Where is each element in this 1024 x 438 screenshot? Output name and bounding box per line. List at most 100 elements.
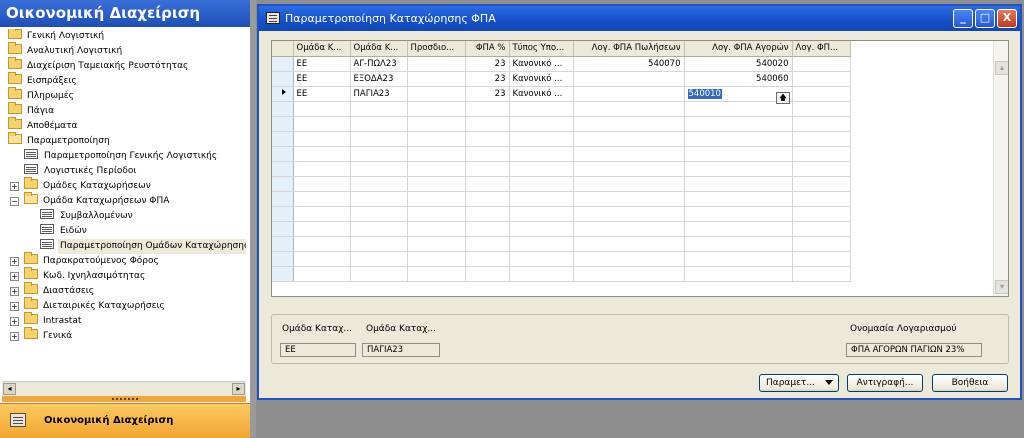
table-cell[interactable]: ΕΕ <box>293 56 351 72</box>
table-cell[interactable]: 23 <box>465 86 510 102</box>
pane-resize-grip[interactable] <box>2 396 246 402</box>
column-header[interactable]: Ομάδα Κ... <box>350 41 408 57</box>
table-cell[interactable]: 23 <box>465 71 510 87</box>
nav-tree-item[interactable]: Ειδών <box>40 224 89 239</box>
table-cell[interactable] <box>465 116 510 132</box>
table-cell[interactable] <box>350 191 408 207</box>
table-cell[interactable] <box>509 221 574 237</box>
table-cell[interactable] <box>792 146 851 162</box>
table-cell[interactable] <box>465 251 510 267</box>
table-cell[interactable] <box>573 176 685 192</box>
table-cell[interactable] <box>509 116 574 132</box>
expand-icon[interactable]: + <box>10 287 19 296</box>
table-cell[interactable] <box>684 221 793 237</box>
column-header[interactable]: Λογ. ΦΠ... <box>792 41 851 57</box>
nav-tree-item[interactable]: + Intrastat <box>10 312 83 329</box>
row-selector[interactable] <box>272 71 294 87</box>
empty-table-row[interactable] <box>272 146 851 162</box>
empty-table-row[interactable] <box>272 131 851 147</box>
table-cell[interactable]: 540070 <box>573 56 685 72</box>
table-cell[interactable] <box>792 101 851 117</box>
grid-corner[interactable] <box>272 41 294 57</box>
table-cell[interactable] <box>509 251 574 267</box>
empty-table-row[interactable] <box>272 161 851 177</box>
table-cell[interactable] <box>350 206 408 222</box>
table-cell[interactable] <box>792 161 851 177</box>
table-cell[interactable] <box>573 146 685 162</box>
table-cell[interactable] <box>573 191 685 207</box>
table-cell[interactable] <box>407 146 466 162</box>
table-cell[interactable] <box>509 161 574 177</box>
nav-tree-item[interactable]: + Παρακρατούμενος Φόρος <box>10 252 161 269</box>
table-cell[interactable] <box>792 236 851 252</box>
table-cell[interactable] <box>573 206 685 222</box>
nav-tree-item[interactable]: Λογιστικές Περίοδοι <box>24 164 138 179</box>
table-cell[interactable] <box>573 266 685 282</box>
table-cell[interactable] <box>792 206 851 222</box>
table-cell[interactable] <box>792 131 851 147</box>
table-cell[interactable] <box>465 221 510 237</box>
table-cell[interactable] <box>293 161 351 177</box>
table-cell[interactable] <box>350 266 408 282</box>
empty-table-row[interactable] <box>272 116 851 132</box>
table-cell[interactable] <box>293 236 351 252</box>
row-selector[interactable] <box>272 146 294 162</box>
column-header[interactable]: Τύπος Υπο... <box>509 41 574 57</box>
nav-tree-item[interactable]: + Γενικά <box>10 327 74 344</box>
table-cell[interactable] <box>684 176 793 192</box>
active-cell-value[interactable]: 540010 <box>687 88 722 99</box>
setup-menu-button[interactable]: Παραμετ... <box>759 374 839 392</box>
table-cell[interactable] <box>792 116 851 132</box>
row-selector[interactable] <box>272 101 294 117</box>
table-row[interactable]: ΕΕ ΠΑΓΙΑ23 23 Κανονικό ... 540010 <box>272 86 851 102</box>
nav-tree-item[interactable]: + Διεταιρικές Καταχωρήσεις <box>10 297 167 314</box>
table-cell[interactable] <box>509 266 574 282</box>
table-cell[interactable] <box>293 206 351 222</box>
table-cell[interactable] <box>684 251 793 267</box>
grid-vertical-scrollbar[interactable]: ▴ ▾ <box>993 41 1008 296</box>
table-cell[interactable] <box>792 86 851 102</box>
maximize-button[interactable]: □ <box>975 9 995 28</box>
nav-tree-item[interactable]: Γενική Λογιστική <box>8 29 106 44</box>
scroll-up-arrow-icon[interactable]: ▴ <box>995 61 1008 75</box>
table-cell[interactable] <box>350 131 408 147</box>
table-cell[interactable]: 23 <box>465 56 510 72</box>
table-cell[interactable] <box>465 191 510 207</box>
table-cell[interactable] <box>792 56 851 72</box>
table-cell[interactable] <box>407 101 466 117</box>
table-cell[interactable] <box>509 191 574 207</box>
table-cell[interactable]: ΑΓ-ΠΩΛ23 <box>350 56 408 72</box>
table-cell[interactable] <box>407 206 466 222</box>
empty-table-row[interactable] <box>272 221 851 237</box>
expand-icon[interactable]: + <box>10 317 19 326</box>
empty-table-row[interactable] <box>272 206 851 222</box>
table-cell[interactable] <box>407 161 466 177</box>
table-row[interactable]: ΕΕ ΕΞΟΔΑ23 23 Κανονικό ... 540060 <box>272 71 851 87</box>
table-cell[interactable] <box>509 101 574 117</box>
row-selector[interactable] <box>272 221 294 237</box>
table-cell[interactable] <box>792 266 851 282</box>
empty-table-row[interactable] <box>272 176 851 192</box>
table-cell[interactable]: ΕΕ <box>293 86 351 102</box>
table-cell[interactable] <box>407 221 466 237</box>
row-selector[interactable] <box>272 266 294 282</box>
row-selector[interactable] <box>272 176 294 192</box>
column-header[interactable]: Ομάδα Κ... <box>293 41 351 57</box>
nav-tree-item[interactable]: Παραμετροποίηση Ομάδων Καταχώρησης <box>40 239 246 254</box>
row-selector[interactable] <box>272 116 294 132</box>
column-header[interactable]: Προσδιο... <box>407 41 466 57</box>
row-selector[interactable] <box>272 161 294 177</box>
table-cell[interactable] <box>350 221 408 237</box>
table-cell[interactable]: ΕΞΟΔΑ23 <box>350 71 408 87</box>
row-selector[interactable] <box>272 56 294 72</box>
table-cell[interactable] <box>293 116 351 132</box>
table-cell[interactable] <box>407 176 466 192</box>
table-cell[interactable] <box>573 161 685 177</box>
row-selector[interactable] <box>272 131 294 147</box>
table-cell[interactable]: Κανονικό ... <box>509 86 574 102</box>
minimize-button[interactable]: _ <box>953 9 973 28</box>
nav-tree-item[interactable]: − Ομάδα Καταχωρήσεων ΦΠΑ <box>10 192 171 209</box>
table-cell[interactable] <box>465 236 510 252</box>
nav-tree-item[interactable]: Αποθέματα <box>8 117 79 134</box>
table-cell[interactable] <box>293 191 351 207</box>
